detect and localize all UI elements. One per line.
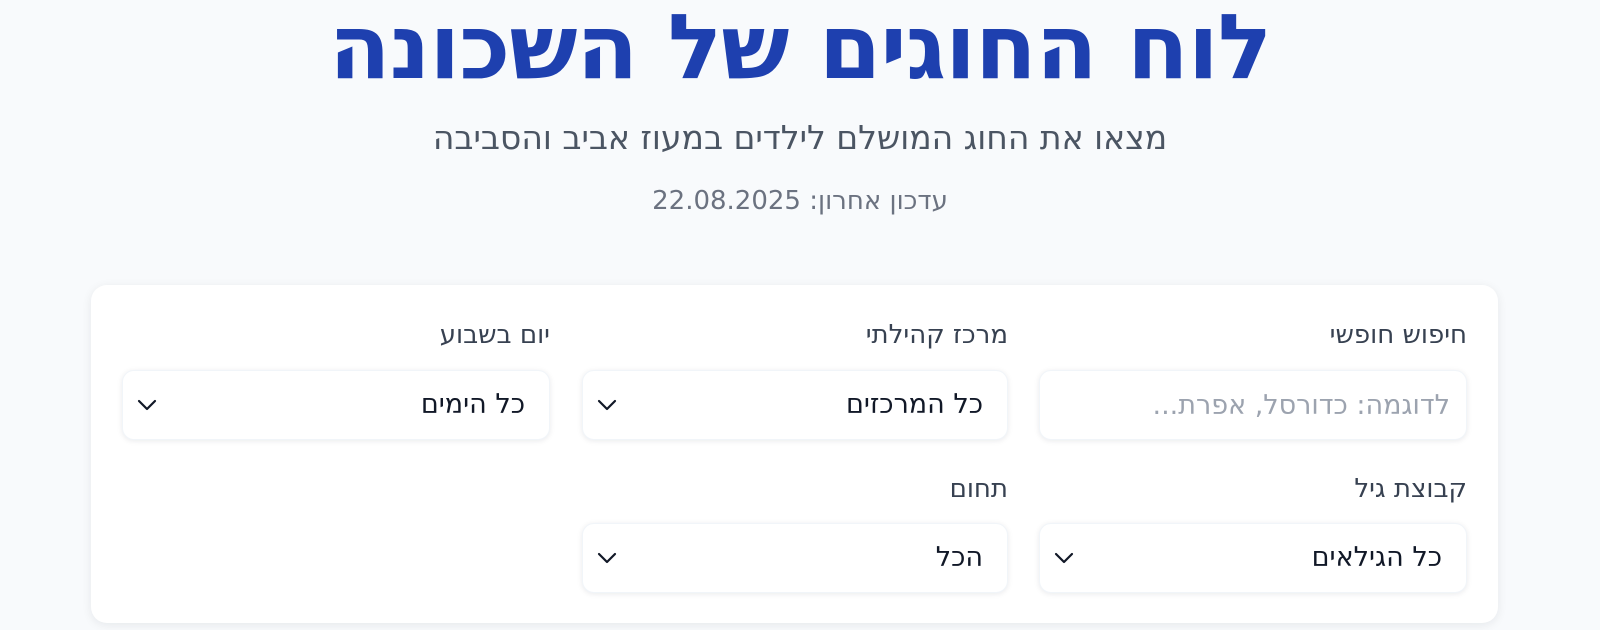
field-select[interactable]: הכל [582, 523, 1008, 593]
chevron-down-icon [135, 395, 159, 415]
filters-panel: חיפוש חופשי מרכז קהילתי כל המרכזים יום ב… [91, 285, 1498, 623]
search-input[interactable] [1040, 371, 1466, 439]
community-center-label: מרכז קהילתי [865, 320, 1008, 350]
field-label: תחום [949, 474, 1008, 504]
chevron-down-icon [1052, 548, 1076, 568]
age-group-select[interactable]: כל הגילאים [1039, 523, 1467, 593]
age-group-label: קבוצת גיל [1354, 474, 1467, 504]
last-updated-text: עדכון אחרון: 22.08.2025 [652, 186, 948, 216]
community-center-select[interactable]: כל המרכזים [582, 370, 1008, 440]
day-of-week-label: יום בשבוע [439, 320, 550, 350]
page: לוח החוגים של השכונה מצאו את החוג המושלם… [0, 0, 1600, 630]
day-of-week-select[interactable]: כל הימים [122, 370, 550, 440]
age-group-selected-value: כל הגילאים [1311, 542, 1442, 573]
day-of-week-selected-value: כל הימים [420, 389, 525, 420]
page-title: לוח החוגים של השכונה [328, 0, 1272, 100]
chevron-down-icon [595, 548, 619, 568]
field-selected-value: הכל [935, 542, 983, 573]
search-label: חיפוש חופשי [1329, 320, 1467, 350]
chevron-down-icon [595, 395, 619, 415]
search-field[interactable] [1039, 370, 1467, 440]
page-subtitle: מצאו את החוג המושלם לילדים במעוז אביב וה… [432, 118, 1168, 157]
community-center-selected-value: כל המרכזים [845, 389, 983, 420]
